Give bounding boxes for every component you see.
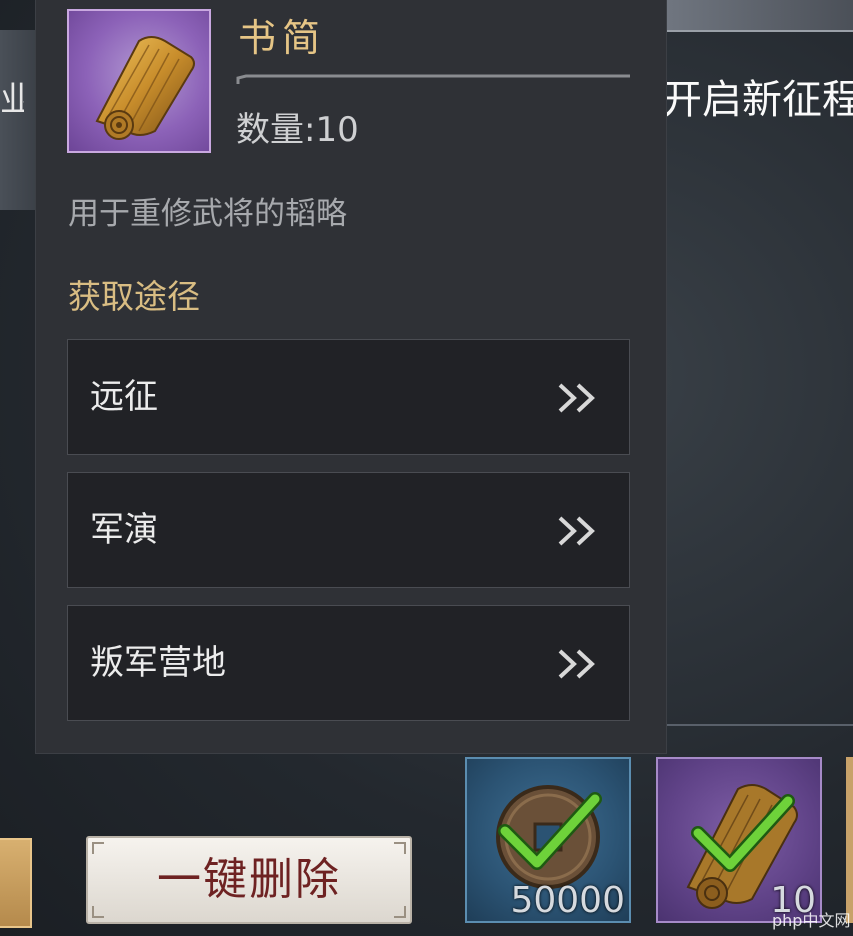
acquisition-title: 获取途径 bbox=[68, 277, 200, 316]
background-divider bbox=[666, 724, 853, 726]
watermark: php中文网 bbox=[772, 911, 851, 930]
corner-ornament bbox=[394, 842, 406, 854]
reward-count: 50000 bbox=[510, 880, 625, 921]
double-chevron-right-icon bbox=[558, 649, 595, 679]
left-side-tab-label: 业 bbox=[0, 80, 24, 120]
source-label: 远征 bbox=[90, 377, 158, 417]
corner-ornament bbox=[92, 906, 104, 918]
background-title: 开启新征程 bbox=[662, 77, 853, 123]
reward-slot-coin[interactable]: 50000 bbox=[465, 757, 631, 923]
corner-ornament bbox=[92, 842, 104, 854]
reward-slot-scroll[interactable]: 10 bbox=[656, 757, 822, 923]
corner-ornament bbox=[394, 906, 406, 918]
delete-all-label: 一键删除 bbox=[157, 854, 341, 905]
source-row-war-drill[interactable]: 军演 bbox=[67, 472, 630, 588]
item-description: 用于重修武将的韬略 bbox=[68, 196, 347, 232]
left-side-tab[interactable]: 业 bbox=[0, 30, 41, 210]
name-divider bbox=[236, 74, 630, 84]
source-row-expedition[interactable]: 远征 bbox=[67, 339, 630, 455]
item-name: 书简 bbox=[238, 16, 327, 60]
delete-all-button[interactable]: 一键删除 bbox=[86, 836, 412, 924]
bamboo-scroll-icon bbox=[67, 9, 211, 153]
source-label: 军演 bbox=[90, 510, 158, 550]
reward-slot-partial[interactable] bbox=[846, 757, 853, 923]
background-top-strip bbox=[666, 0, 853, 32]
double-chevron-right-icon bbox=[558, 383, 595, 413]
left-gold-button[interactable] bbox=[0, 838, 32, 928]
item-quantity: 数量:10 bbox=[236, 110, 359, 150]
double-chevron-right-icon bbox=[558, 516, 595, 546]
source-row-rebel-camp[interactable]: 叛军营地 bbox=[67, 605, 630, 721]
source-label: 叛军营地 bbox=[90, 643, 226, 683]
